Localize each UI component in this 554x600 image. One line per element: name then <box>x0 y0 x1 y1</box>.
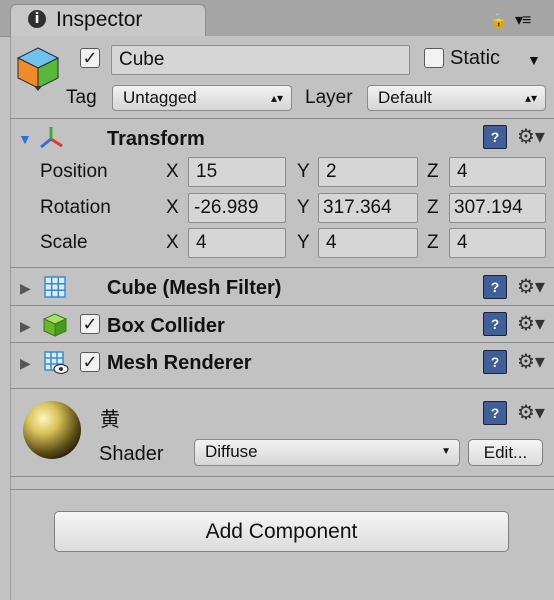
updown-arrows-icon: ▴▾ <box>270 91 283 105</box>
divider <box>10 388 554 389</box>
object-name-input[interactable]: Cube <box>111 45 410 75</box>
box-collider-title[interactable]: Box Collider <box>107 315 225 338</box>
axis-y-label[interactable]: Y <box>297 232 310 254</box>
scale-z-field[interactable]: 4 <box>449 228 546 258</box>
axis-x-label[interactable]: X <box>166 197 179 219</box>
axis-z-label[interactable]: Z <box>427 197 439 219</box>
box-collider-checkbox[interactable]: ✓ <box>80 314 100 334</box>
divider <box>10 267 554 268</box>
material-name: 黄 <box>100 409 120 431</box>
add-component-label: Add Component <box>205 520 358 543</box>
rotation-y-field[interactable]: 317.364 <box>318 193 418 223</box>
help-book-icon[interactable]: ? <box>483 350 507 374</box>
mesh-grid-icon <box>43 275 67 299</box>
info-icon: i <box>28 10 46 28</box>
position-label: Position <box>40 161 108 182</box>
edit-shader-label: Edit... <box>483 443 528 462</box>
help-book-icon[interactable]: ? <box>483 275 507 299</box>
help-book-icon[interactable]: ? <box>483 312 507 336</box>
tab-title: Inspector <box>56 8 143 31</box>
divider <box>10 305 554 306</box>
axis-z-label[interactable]: Z <box>427 161 439 183</box>
scale-y-field[interactable]: 4 <box>318 228 418 258</box>
collider-cube-icon <box>42 312 68 338</box>
position-y-field[interactable]: 2 <box>318 157 418 187</box>
mesh-renderer-title[interactable]: Mesh Renderer <box>107 352 252 375</box>
shader-dropdown[interactable]: Diffuse ▼ <box>194 439 460 466</box>
rotation-label: Rotation <box>40 197 111 218</box>
transform-title[interactable]: Transform <box>107 128 205 151</box>
axis-y-label[interactable]: Y <box>297 197 310 219</box>
material-sphere-icon <box>22 400 82 460</box>
updown-arrows-icon: ▴▾ <box>524 91 537 105</box>
divider <box>10 476 554 477</box>
static-label: Static <box>450 47 501 69</box>
axis-z-label[interactable]: Z <box>427 232 439 254</box>
axis-y-label[interactable]: Y <box>297 161 310 183</box>
layer-value: Default <box>378 88 432 107</box>
help-book-icon[interactable]: ? <box>483 401 507 425</box>
gear-icon[interactable]: ⚙▾ <box>517 314 545 334</box>
add-component-button[interactable]: Add Component <box>54 511 509 552</box>
rotation-z-field[interactable]: 307.194 <box>449 193 546 223</box>
foldout-collapsed-icon[interactable]: ▶ <box>20 280 31 297</box>
dropdown-arrow-icon: ▼ <box>441 446 451 457</box>
axis-x-label[interactable]: X <box>166 161 179 183</box>
foldout-expanded-icon[interactable]: ▼ <box>18 131 32 147</box>
context-menu-icon[interactable]: ▾≡ <box>515 10 531 30</box>
active-checkbox[interactable]: ✓ <box>80 48 100 68</box>
edit-shader-button[interactable]: Edit... <box>468 439 543 466</box>
transform-axes-icon <box>38 124 64 150</box>
mesh-renderer-icon <box>43 350 69 376</box>
scale-x-field[interactable]: 4 <box>188 228 286 258</box>
foldout-collapsed-icon[interactable]: ▶ <box>20 355 31 372</box>
tag-dropdown[interactable]: Untagged ▴▾ <box>112 85 292 111</box>
tag-value: Untagged <box>123 88 197 107</box>
gear-icon[interactable]: ⚙▾ <box>517 277 545 297</box>
gear-icon[interactable]: ⚙▾ <box>517 127 545 147</box>
divider <box>10 118 554 119</box>
static-checkbox[interactable] <box>424 48 444 68</box>
rotation-x-field[interactable]: -26.989 <box>188 193 286 223</box>
foldout-collapsed-icon[interactable]: ▶ <box>20 318 31 335</box>
cube-icon[interactable] <box>16 46 60 92</box>
lock-icon[interactable]: 🔒 <box>490 12 507 29</box>
shader-label: Shader <box>99 443 164 465</box>
position-z-field[interactable]: 4 <box>449 157 546 187</box>
help-book-icon[interactable]: ? <box>483 125 507 149</box>
divider <box>10 489 554 490</box>
axis-x-label[interactable]: X <box>166 232 179 254</box>
static-dropdown-arrow-icon[interactable]: ▼ <box>527 52 541 68</box>
gear-icon[interactable]: ⚙▾ <box>517 403 545 423</box>
mesh-renderer-checkbox[interactable]: ✓ <box>80 352 100 372</box>
layer-dropdown[interactable]: Default ▴▾ <box>367 85 546 111</box>
scale-label: Scale <box>40 232 88 253</box>
shader-value: Diffuse <box>205 442 258 461</box>
divider <box>10 342 554 343</box>
position-x-field[interactable]: 15 <box>188 157 286 187</box>
layer-label: Layer <box>305 87 353 108</box>
gear-icon[interactable]: ⚙▾ <box>517 352 545 372</box>
mesh-filter-title[interactable]: Cube (Mesh Filter) <box>107 277 281 300</box>
tag-label: Tag <box>66 87 97 108</box>
